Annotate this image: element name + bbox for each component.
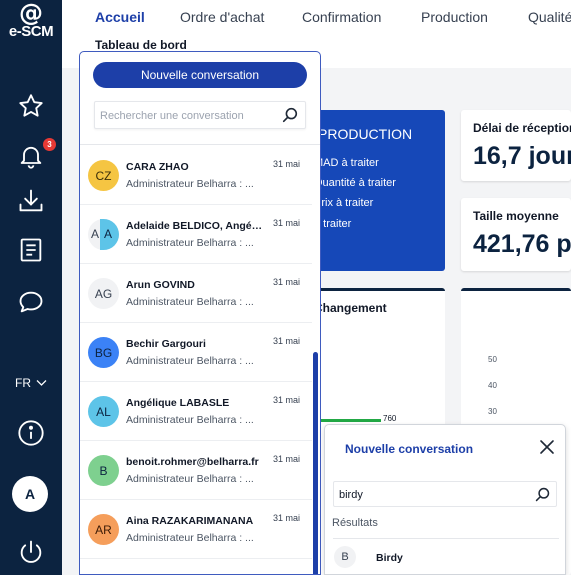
conversation-item[interactable]: A A Adelaide BELDICO, Angéline BOUCHET A… (80, 205, 312, 264)
info-icon[interactable] (14, 416, 48, 450)
conversation-item[interactable]: AG Arun GOVIND Administrateur Belharra :… (80, 264, 312, 323)
popup-title: Nouvelle conversation (345, 442, 474, 456)
kpi-card-reception-delay: Délai de réception 16,7 jours (461, 110, 571, 181)
production-row[interactable]: MAD à traiter (314, 157, 379, 169)
production-row[interactable]: Prix à traiter (314, 197, 373, 209)
conversation-date: 31 mai (272, 454, 300, 464)
divider (333, 538, 559, 539)
conversation-search-input[interactable] (100, 106, 280, 126)
avatar: CZ (88, 160, 119, 191)
conversation-item[interactable]: BG Bechir Gargouri Administrateur Belhar… (80, 323, 312, 382)
language-label: FR (15, 376, 31, 390)
avatar: B (334, 546, 356, 568)
conversation-item[interactable]: AR Aina RAZAKARIMANANA Administrateur Be… (80, 500, 312, 559)
conversation-date: 31 mai (272, 395, 300, 405)
avatar: BG (88, 337, 119, 368)
axis-tick: 40 (488, 381, 497, 390)
app-logo[interactable]: @ e-SCM (0, 0, 62, 46)
chevron-down-icon (36, 380, 47, 386)
document-icon[interactable] (14, 233, 48, 267)
axis-tick: 30 (488, 407, 497, 416)
kpi-label: Taille moyenne (473, 209, 559, 223)
search-result-item[interactable]: B Birdy (325, 543, 565, 573)
new-conversation-popup: Nouvelle conversation Résultats B Birdy (324, 424, 566, 575)
chart-bar-label: 760 (383, 414, 397, 423)
logo-mark: @ (19, 0, 43, 27)
avatar: B (88, 455, 119, 486)
tab-confirmation[interactable]: Confirmation (302, 9, 381, 25)
kpi-label: Délai de réception (473, 121, 571, 135)
avatar: AL (88, 396, 119, 427)
conversation-preview: Administrateur Belharra : ... (126, 532, 254, 544)
conversation-date: 31 mai (272, 336, 300, 346)
conversation-date: 31 mai (272, 159, 300, 169)
conversation-preview: Administrateur Belharra : ... (126, 178, 254, 190)
tab-qualite[interactable]: Qualité (528, 9, 571, 25)
conversation-name: Arun GOVIND (126, 279, 195, 291)
group-avatar: A A (88, 219, 119, 250)
search-icon[interactable] (281, 106, 299, 124)
avatar: AR (88, 514, 119, 545)
kpi-value: 421,76 pc (473, 230, 571, 258)
page-title: Tableau de bord (95, 38, 187, 52)
tab-production[interactable]: Production (421, 9, 488, 25)
new-conversation-button[interactable]: Nouvelle conversation (93, 62, 307, 88)
results-label: Résultats (332, 517, 378, 529)
avatar: AG (88, 278, 119, 309)
divider (80, 144, 320, 145)
production-card[interactable]: PRODUCTION MAD à traiter Quantité à trai… (300, 110, 445, 271)
conversation-date: 31 mai (272, 277, 300, 287)
result-name: Birdy (376, 552, 403, 564)
star-icon[interactable] (14, 89, 48, 123)
logo-text: e-SCM (8, 23, 54, 40)
conversation-preview: Administrateur Belharra : ... (126, 355, 254, 367)
tab-ordre-achat[interactable]: Ordre d'achat (180, 9, 264, 25)
notification-badge: 3 (43, 138, 56, 151)
conversation-name: CARA ZHAO (126, 161, 189, 173)
axis-tick: 50 (488, 355, 497, 364)
conversation-item[interactable]: CZ CARA ZHAO Administrateur Belharra : .… (80, 146, 312, 205)
language-selector[interactable]: FR (15, 376, 47, 390)
kpi-value: 16,7 jours (473, 142, 571, 170)
conversation-date: 31 mai (272, 513, 300, 523)
conversation-item[interactable]: B benoit.rohmer@belharra.fr Administrate… (80, 441, 312, 500)
conversation-item[interactable]: AL Angélique LABASLE Administrateur Belh… (80, 382, 312, 441)
user-avatar[interactable]: A (12, 476, 48, 512)
conversation-name: Angélique LABASLE (126, 397, 230, 409)
conversation-search[interactable] (94, 101, 306, 129)
conversation-preview: Administrateur Belharra : ... (126, 473, 254, 485)
conversation-name: Aina RAZAKARIMANANA (126, 515, 254, 527)
close-icon[interactable] (538, 438, 556, 456)
conversation-name: Bechir Gargouri (126, 338, 206, 350)
search-icon[interactable] (534, 486, 551, 503)
chart-panel-title: Changement (314, 301, 387, 315)
scrollbar[interactable] (313, 352, 318, 574)
production-card-title: PRODUCTION (318, 126, 413, 142)
user-search[interactable] (333, 481, 557, 507)
left-rail: @ e-SCM 3 FR A (0, 0, 62, 575)
conversation-panel: Nouvelle conversation CZ CARA ZHAO Admin… (79, 51, 321, 575)
power-icon[interactable] (14, 535, 48, 569)
conversation-date: 31 mai (272, 218, 300, 228)
avatar-initial: A (100, 219, 119, 250)
conversation-name: benoit.rohmer@belharra.fr (126, 456, 259, 468)
chat-icon[interactable] (14, 285, 48, 319)
conversation-name: Adelaide BELDICO, Angéline BOUCHET (126, 220, 264, 232)
conversation-preview: Administrateur Belharra : ... (126, 296, 254, 308)
chart-bar (320, 419, 381, 422)
conversation-preview: Administrateur Belharra : ... (126, 414, 254, 426)
tab-accueil[interactable]: Accueil (95, 9, 145, 25)
production-row[interactable]: Quantité à traiter (314, 177, 396, 189)
kpi-card-average-size: Taille moyenne 421,76 pc (461, 198, 571, 271)
user-search-input[interactable] (339, 485, 519, 505)
download-icon[interactable] (14, 184, 48, 218)
conversation-preview: Administrateur Belharra : ... (126, 237, 254, 249)
